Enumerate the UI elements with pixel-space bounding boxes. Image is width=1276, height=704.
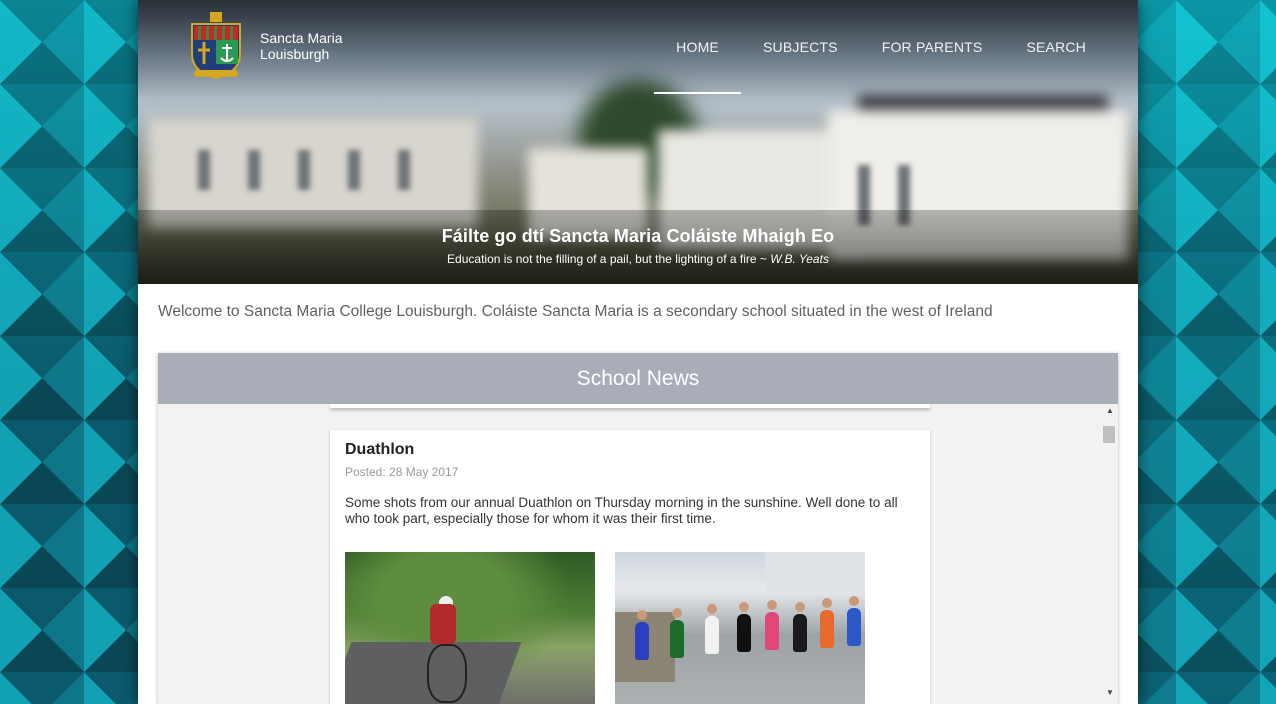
school-news-panel: School News Duathlon Posted: 28 May 2017… bbox=[158, 353, 1118, 704]
intro-text: Welcome to Sancta Maria College Louisbur… bbox=[158, 303, 993, 320]
post-photo-runners[interactable] bbox=[615, 552, 865, 704]
background-glow-right bbox=[1136, 0, 1276, 704]
news-scroll-area[interactable]: Duathlon Posted: 28 May 2017 Some shots … bbox=[158, 404, 1118, 704]
scroll-thumb[interactable] bbox=[1103, 426, 1115, 443]
post-title[interactable]: Duathlon bbox=[345, 441, 414, 459]
hero-quote-text: Education is not the filling of a pail, … bbox=[447, 252, 771, 266]
hero-caption: Fáilte go dtí Sancta Maria Coláiste Mhai… bbox=[138, 210, 1138, 284]
brand-line1: Sancta Maria bbox=[260, 30, 343, 46]
nav-home[interactable]: HOME bbox=[654, 38, 741, 94]
main-nav: HOME SUBJECTS FOR PARENTS SEARCH bbox=[654, 38, 1138, 94]
nav-subjects[interactable]: SUBJECTS bbox=[741, 38, 860, 94]
previous-post-card bbox=[330, 404, 930, 408]
hero-quote: Education is not the filling of a pail, … bbox=[138, 252, 1138, 266]
page-container: Sancta Maria Louisburgh HOME SUBJECTS FO… bbox=[138, 0, 1138, 704]
news-post-card: Duathlon Posted: 28 May 2017 Some shots … bbox=[330, 430, 930, 704]
school-crest-icon[interactable] bbox=[188, 12, 244, 80]
brand-line2: Louisburgh bbox=[260, 46, 330, 62]
scroll-up-arrow-icon[interactable]: ▲ bbox=[1106, 407, 1114, 415]
post-body: Some shots from our annual Duathlon on T… bbox=[345, 495, 898, 526]
hero-quote-author: W.B. Yeats bbox=[770, 252, 829, 266]
hero-title: Fáilte go dtí Sancta Maria Coláiste Mhai… bbox=[441, 226, 835, 246]
post-date: Posted: 28 May 2017 bbox=[345, 465, 459, 479]
brand-name[interactable]: Sancta Maria Louisburgh bbox=[260, 30, 342, 62]
school-news-header: School News bbox=[158, 353, 1118, 404]
nav-search[interactable]: SEARCH bbox=[1004, 38, 1138, 94]
news-scrollbar[interactable]: ▲ ▼ bbox=[1100, 404, 1118, 704]
background-glow-left bbox=[0, 0, 140, 704]
scroll-down-arrow-icon[interactable]: ▼ bbox=[1106, 689, 1114, 697]
hero-banner: Sancta Maria Louisburgh HOME SUBJECTS FO… bbox=[138, 0, 1138, 284]
post-photo-cyclist[interactable] bbox=[345, 552, 595, 704]
nav-for-parents[interactable]: FOR PARENTS bbox=[860, 38, 1005, 94]
